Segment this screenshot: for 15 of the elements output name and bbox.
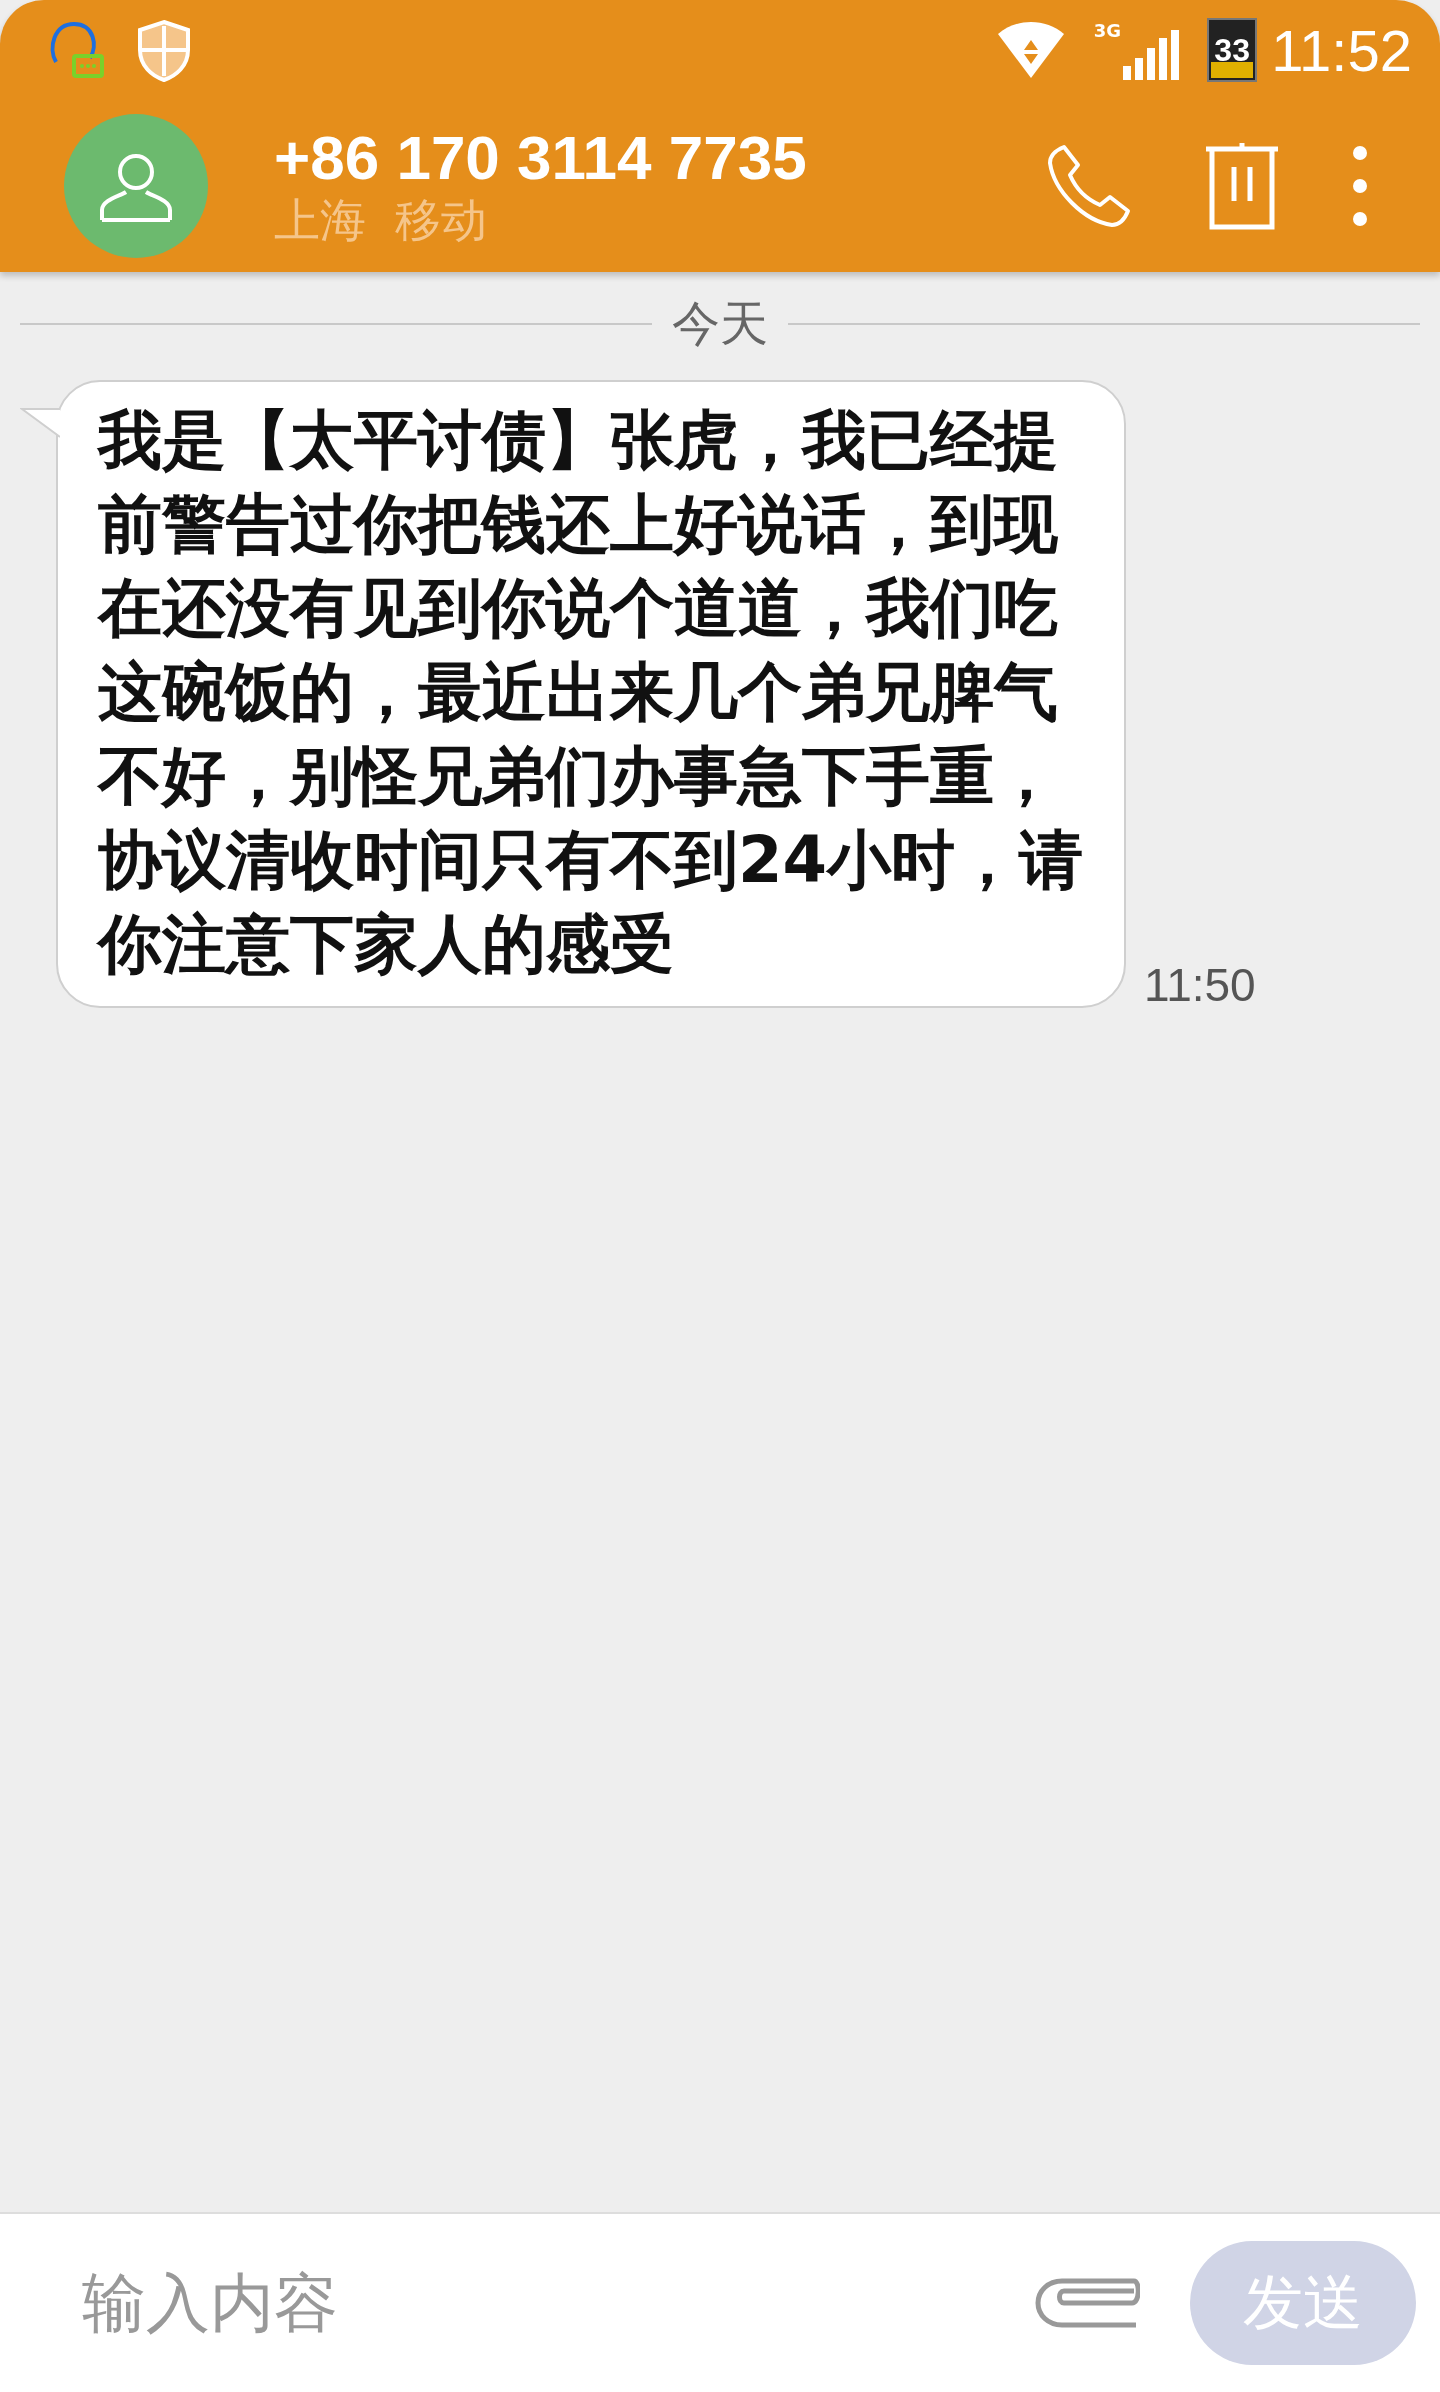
signal-icon	[1123, 30, 1180, 80]
network-type: 3G	[1093, 20, 1122, 41]
shield-icon	[136, 18, 192, 82]
message-input[interactable]: 输入内容	[80, 2265, 984, 2341]
clock: 11:52	[1271, 16, 1412, 84]
date-divider: 今天	[672, 294, 768, 353]
bubble-tail	[20, 408, 60, 438]
paperclip-icon[interactable]	[1034, 2277, 1140, 2329]
message-time: 11:50	[1144, 958, 1256, 1012]
wifi-icon	[995, 20, 1066, 80]
delete-icon[interactable]	[1204, 141, 1280, 231]
message-bubble[interactable]: 我是【太平讨债】张虎，我已经提前警告过你把钱还上好说话，到现在还没有见到你说个道道，我们吃这碗饭的，最近出来几个弟兄脾气不好，别怪兄弟们办事急下手重，协议清收时间只有不到24小时，请你注意下家人的感受	[56, 380, 1126, 1008]
battery-icon: 33	[1207, 18, 1258, 82]
contact-location: 上海 移动	[274, 192, 489, 248]
contact-number: +86 170 3114 7735	[274, 124, 807, 193]
